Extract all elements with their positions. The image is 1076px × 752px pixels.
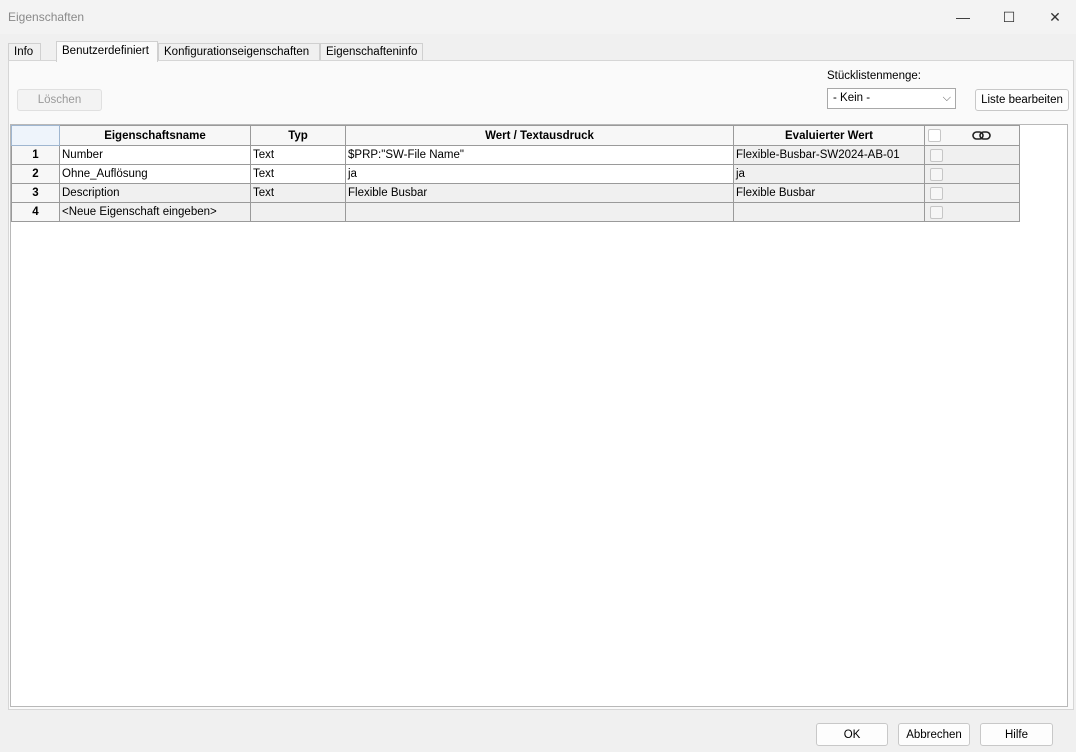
property-name-cell[interactable]: Number (59, 145, 251, 165)
tab-benutzerdefiniert[interactable]: Benutzerdefiniert (56, 41, 158, 62)
help-button[interactable]: Hilfe (980, 723, 1053, 746)
property-evaluated-cell (733, 202, 925, 222)
maximize-icon: ☐ (1002, 8, 1016, 25)
property-value-cell[interactable] (345, 202, 734, 222)
link-cell (924, 145, 1020, 165)
window-title: Eigenschaften (8, 10, 85, 24)
property-type-cell[interactable] (250, 202, 346, 222)
column-header-link (924, 125, 1020, 146)
title-bar: Eigenschaften — ☐ ✕ (0, 0, 1076, 34)
property-evaluated-cell: ja (733, 164, 925, 184)
ok-button[interactable]: OK (816, 723, 888, 746)
edit-list-button[interactable]: Liste bearbeiten (975, 89, 1069, 111)
properties-grid-area: Eigenschaftsname Typ Wert / Textausdruck… (10, 124, 1068, 707)
link-checkbox[interactable] (930, 186, 943, 200)
chevron-down-icon: ⌵ (942, 92, 951, 104)
minimize-icon: — (956, 9, 970, 25)
link-checkbox[interactable] (930, 148, 943, 162)
row-number[interactable]: 3 (11, 183, 60, 203)
link-icon (972, 131, 991, 140)
bom-quantity-select[interactable]: - Kein - ⌵ (827, 88, 956, 109)
tab-konfigurationseigenschaften[interactable]: Konfigurationseigenschaften (158, 43, 320, 61)
column-header-evaluated[interactable]: Evaluierter Wert (733, 125, 925, 146)
row-number[interactable]: 2 (11, 164, 60, 184)
property-value-cell[interactable]: Flexible Busbar (345, 183, 734, 203)
link-checkbox[interactable] (930, 167, 943, 181)
property-evaluated-cell: Flexible-Busbar-SW2024-AB-01 (733, 145, 925, 165)
property-value-cell[interactable]: ja (345, 164, 734, 184)
tab-eigenschafteninfo[interactable]: Eigenschafteninfo (320, 43, 423, 61)
property-name-cell[interactable]: Description (59, 183, 251, 203)
close-icon: ✕ (1049, 8, 1061, 25)
minimize-button[interactable]: — (940, 0, 986, 34)
close-button[interactable]: ✕ (1032, 0, 1076, 34)
dialog-footer: OK Abbrechen Hilfe (0, 712, 1076, 752)
link-cell (924, 183, 1020, 203)
property-type-cell[interactable]: Text (250, 183, 346, 203)
maximize-button[interactable]: ☐ (986, 0, 1032, 34)
row-number[interactable]: 1 (11, 145, 60, 165)
delete-button[interactable]: Löschen (17, 89, 102, 111)
property-type-cell[interactable]: Text (250, 164, 346, 184)
cancel-button[interactable]: Abbrechen (898, 723, 970, 746)
property-type-cell[interactable]: Text (250, 145, 346, 165)
bom-quantity-value: - Kein - (833, 92, 871, 104)
bom-quantity-label: Stücklistenmenge: (827, 70, 921, 82)
property-value-cell[interactable]: $PRP:"SW-File Name" (345, 145, 734, 165)
select-all-corner[interactable] (11, 125, 60, 146)
link-cell (924, 202, 1020, 222)
row-number[interactable]: 4 (11, 202, 60, 222)
link-all-checkbox[interactable] (928, 129, 941, 142)
column-header-name[interactable]: Eigenschaftsname (59, 125, 251, 146)
column-header-type[interactable]: Typ (250, 125, 346, 146)
property-name-cell[interactable]: Ohne_Auflösung (59, 164, 251, 184)
column-header-value[interactable]: Wert / Textausdruck (345, 125, 734, 146)
link-checkbox[interactable] (930, 205, 943, 219)
properties-table: Eigenschaftsname Typ Wert / Textausdruck… (11, 125, 1020, 222)
link-cell (924, 164, 1020, 184)
new-property-cell[interactable]: <Neue Eigenschaft eingeben> (59, 202, 251, 222)
property-evaluated-cell: Flexible Busbar (733, 183, 925, 203)
tab-info[interactable]: Info (8, 43, 41, 61)
